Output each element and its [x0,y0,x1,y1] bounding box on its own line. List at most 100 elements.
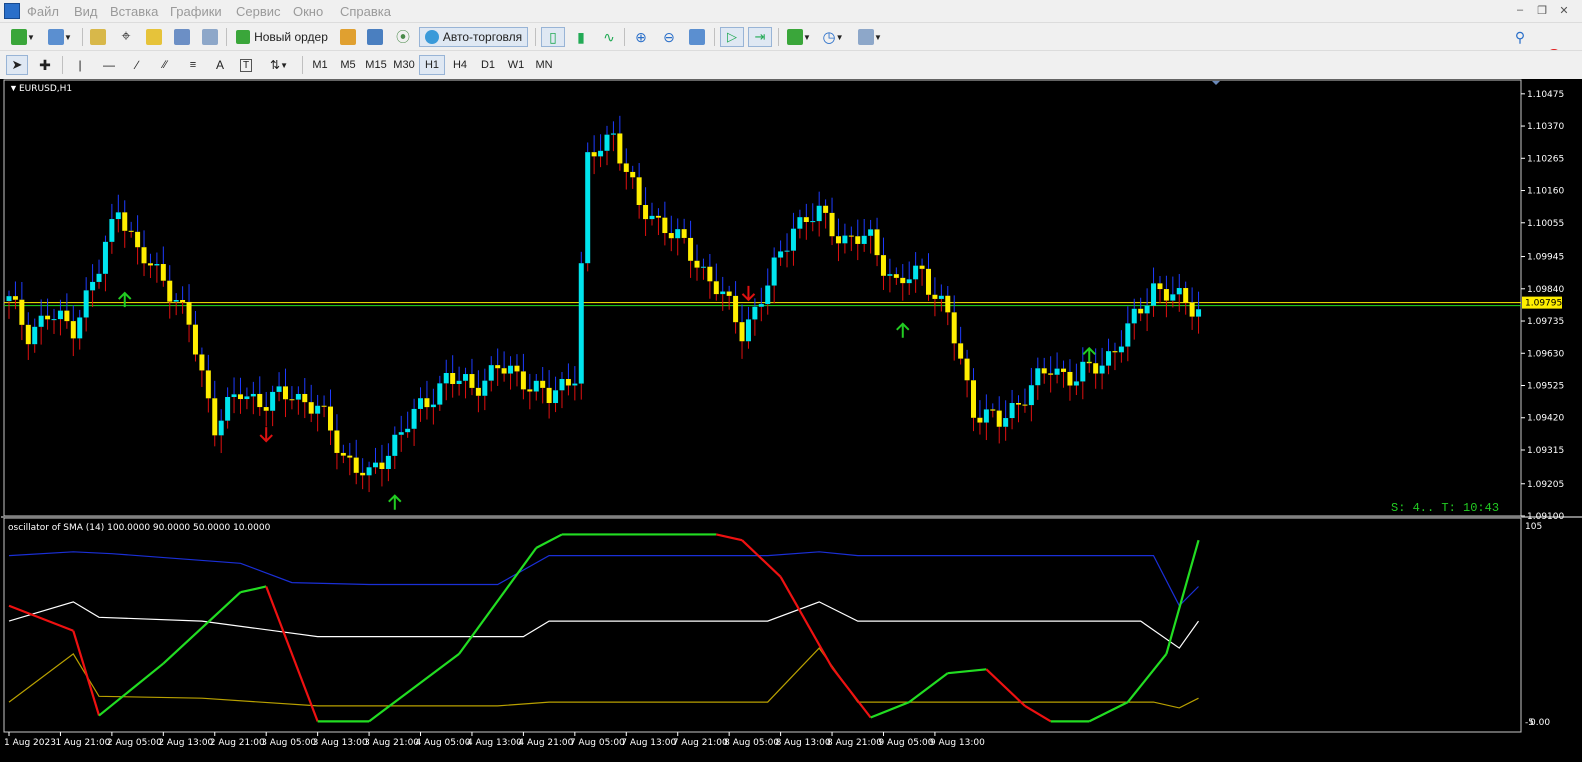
candle-body [1183,288,1189,303]
chart-shift-marker[interactable] [1212,81,1220,85]
arrows-button[interactable]: ⇅ ▼ [264,55,294,75]
restore-icon[interactable]: ❐ [1534,4,1550,18]
menu-help[interactable]: Справка [340,4,391,19]
profiles-button[interactable]: ▼ [44,27,76,47]
candle-body [790,228,796,251]
candle-body [694,260,700,268]
menu-window[interactable]: Окно [293,4,323,19]
auto-scroll-button[interactable]: ▷ [720,27,744,47]
main-chart-frame [3,79,1522,517]
navigator-button[interactable] [144,27,164,47]
tf-w1[interactable]: W1 [503,55,529,75]
fibonacci-button[interactable]: ≡ [182,55,204,75]
menu-file[interactable]: Файл [27,4,59,19]
horizontal-line-button[interactable]: — [98,55,120,75]
candle-body [424,398,430,408]
time-tick-label: 8 Aug 21:00 [827,738,882,748]
tf-h1[interactable]: H1 [419,55,445,75]
candle-body [160,264,166,281]
candle-body [469,374,475,388]
candle-body [823,205,829,213]
candle-body [707,266,713,282]
candle-body [392,434,398,456]
candle-body [32,326,38,345]
osc-main-segment [368,653,460,723]
new-order-button[interactable]: Новый ордер [233,27,331,47]
candle-body [25,324,31,345]
candle-body [385,455,391,469]
text-label-button[interactable]: T [236,55,256,75]
candle-body [733,295,739,323]
new-chart-button[interactable]: ▼ [6,27,40,47]
search-button[interactable]: ⚲ [1510,27,1530,47]
zoom-in-button[interactable]: ⊕ [630,27,652,47]
candle-body [655,215,661,218]
chart-shift-button[interactable]: ⇥ [748,27,772,47]
menu-insert[interactable]: Вставка [110,4,158,19]
bar-chart-button[interactable]: ▯ [541,27,565,47]
crosshair-button[interactable]: ✚ [34,55,56,75]
tf-m15[interactable]: M15 [363,55,389,75]
tf-m5[interactable]: M5 [335,55,361,75]
tf-m1[interactable]: M1 [307,55,333,75]
candlestick-button[interactable]: ▮ [570,27,592,47]
text-button[interactable]: A [210,55,230,75]
candle-body [1189,302,1195,317]
experts-button[interactable] [365,27,385,47]
fibonacci-icon: ≡ [189,59,197,71]
candle-body [1163,289,1169,301]
candle-body [668,233,674,239]
candle-body [405,428,411,433]
menu-view[interactable]: Вид [74,4,98,19]
vertical-line-button[interactable]: | [70,55,90,75]
candle-body [990,409,996,411]
candle-body [51,319,57,321]
chart-canvas[interactable]: ▼ EURUSD,H1 oscillator of SMA (14) 100.0… [0,79,1582,762]
cursor-button[interactable]: ➤ [6,55,28,75]
candle-body [591,152,597,157]
candle-body [610,133,616,135]
symbol-dropdown-icon[interactable]: ▼ [9,83,18,93]
candle-body [1067,371,1073,386]
zoom-out-button[interactable]: ⊖ [658,27,680,47]
market-watch-button[interactable] [88,27,108,47]
candle-body [771,257,777,286]
auto-scroll-icon: ▷ [727,29,737,44]
current-price-label: 1.09795 [1525,299,1562,309]
terminal-button[interactable] [172,27,192,47]
templates-button[interactable]: ▼ [854,27,886,47]
candle-body [636,177,642,206]
editor-icon [340,29,356,45]
chart-window[interactable]: ▼ EURUSD,H1 oscillator of SMA (14) 100.0… [0,79,1582,762]
periods-button[interactable]: ◷ ▼ [818,27,848,47]
indicators-button[interactable]: ▼ [784,27,814,47]
strategy-tester-button[interactable] [200,27,220,47]
minimize-icon[interactable]: – [1512,4,1528,18]
price-tick-label: 1.09945 [1527,253,1564,263]
candle-body [295,393,301,400]
tf-mn[interactable]: MN [531,55,557,75]
data-window-button[interactable]: ⌖ [116,27,136,47]
line-chart-button[interactable]: ∿ [598,27,620,47]
tf-h4[interactable]: H4 [447,55,473,75]
osc-main-segment [1165,539,1200,655]
menu-tools[interactable]: Сервис [236,4,281,19]
candle-body [1106,351,1112,366]
candle-body [321,405,327,407]
search-icon: ⚲ [1514,28,1526,45]
tf-d1[interactable]: D1 [475,55,501,75]
candle-body [1196,309,1202,317]
chart-symbol-label: EURUSD,H1 [19,84,72,94]
signals-button[interactable]: ⦿ [393,27,413,47]
candle-body [19,299,25,325]
candle-body [340,452,346,456]
candle-body [289,399,295,401]
equidistant-channel-button[interactable]: ∕∕ [154,55,176,75]
close-icon[interactable]: ✕ [1556,4,1572,18]
auto-trading-button[interactable]: Авто-торговля [419,27,528,47]
menu-charts[interactable]: Графики [170,4,222,19]
trendline-button[interactable]: ∕ [126,55,148,75]
tile-windows-button[interactable] [686,27,708,47]
tf-m30[interactable]: M30 [391,55,417,75]
metaeditor-button[interactable] [338,27,358,47]
